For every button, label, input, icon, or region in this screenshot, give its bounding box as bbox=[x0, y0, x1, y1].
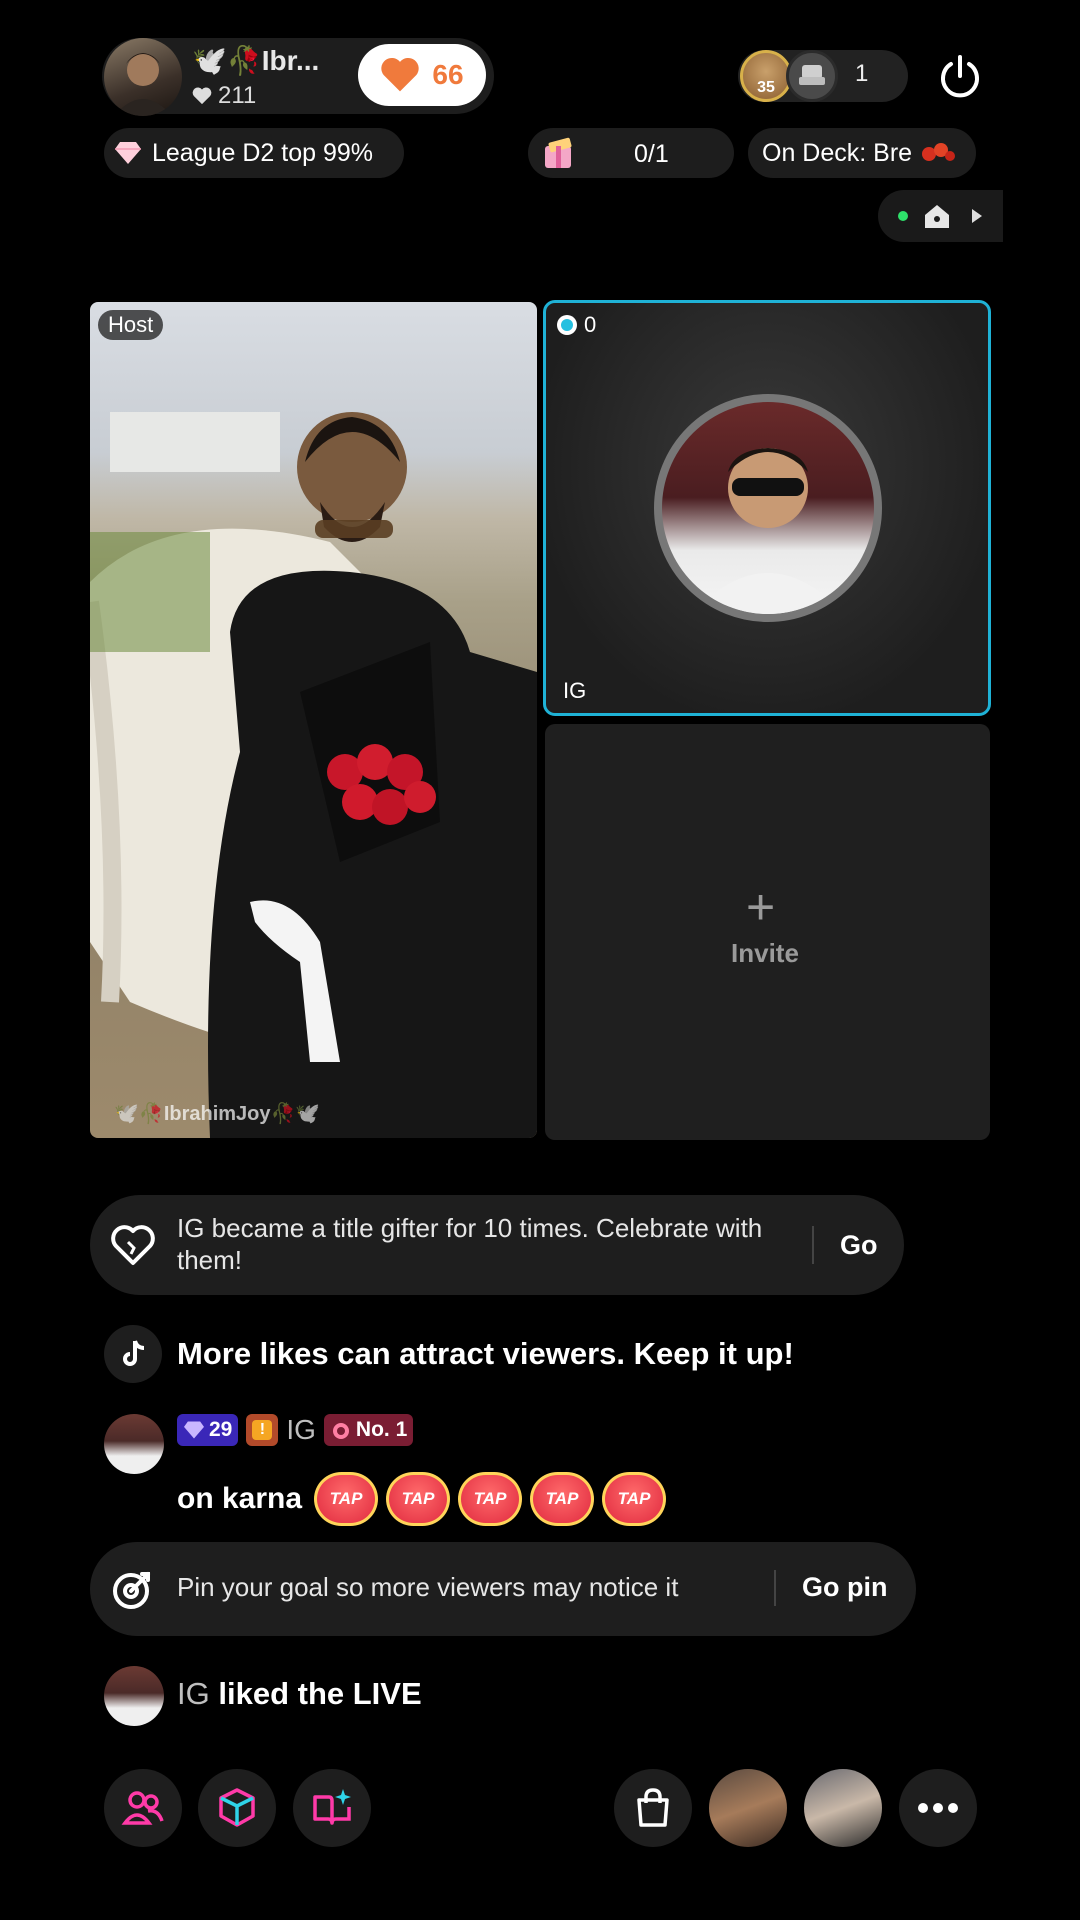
seat-icon[interactable] bbox=[786, 50, 838, 102]
commenter-badges: 29 ! IG No. 1 bbox=[177, 1414, 414, 1446]
tap-sticker: TAP bbox=[458, 1472, 523, 1526]
sparkle-book-icon[interactable] bbox=[293, 1769, 371, 1847]
gem-level-badge: 29 bbox=[177, 1414, 239, 1446]
guest-avatar[interactable] bbox=[654, 394, 882, 622]
gift-box-icon bbox=[545, 137, 572, 168]
on-deck-pill[interactable]: On Deck: Bre bbox=[748, 128, 976, 178]
gift-preview-avatar[interactable] bbox=[804, 1769, 882, 1847]
host-tag: Host bbox=[98, 310, 164, 340]
liker-avatar[interactable] bbox=[104, 1666, 164, 1726]
cube-icon[interactable] bbox=[198, 1769, 276, 1847]
like-button[interactable]: 66 bbox=[358, 44, 486, 106]
more-icon[interactable] bbox=[899, 1769, 977, 1847]
medal-icon bbox=[332, 1423, 349, 1439]
league-label: League D2 top 99% bbox=[152, 138, 374, 167]
people-icon[interactable] bbox=[104, 1769, 182, 1847]
commenter-name[interactable]: IG bbox=[286, 1414, 316, 1446]
heart-outline-icon bbox=[104, 1216, 162, 1279]
comment-line: on karna TAP TAP TAP TAP TAP bbox=[177, 1472, 667, 1526]
invite-plus-icon: + bbox=[746, 879, 776, 935]
rank-badge: No. 1 bbox=[323, 1414, 414, 1446]
tap-sticker: TAP bbox=[314, 1472, 379, 1526]
host-video[interactable]: 🕊️🥀IbrahimJoy🥀🕊️ bbox=[90, 302, 537, 1138]
host-like-count: 211 bbox=[192, 82, 256, 110]
guest-name: IG bbox=[563, 678, 587, 703]
play-arrow-icon bbox=[972, 209, 982, 223]
invite-label: Invite bbox=[731, 938, 799, 968]
title-gifter-text: IG became a title gifter for 10 times. C… bbox=[177, 1213, 763, 1275]
on-deck-label: On Deck: Bre bbox=[762, 138, 913, 167]
comment-text: on karna bbox=[177, 1482, 303, 1515]
go-button[interactable]: Go bbox=[840, 1230, 878, 1261]
divider bbox=[774, 1570, 776, 1606]
diamond-icon bbox=[184, 1421, 204, 1439]
guest-coin-count: 0 bbox=[556, 312, 596, 338]
gift-goal[interactable] bbox=[528, 128, 734, 178]
diamond-icon bbox=[115, 142, 141, 164]
host-avatar[interactable] bbox=[104, 38, 182, 116]
heart-icon bbox=[381, 57, 420, 92]
target-icon bbox=[104, 1560, 162, 1623]
gift-preview-avatar[interactable] bbox=[709, 1769, 787, 1847]
like-button-count: 66 bbox=[432, 59, 464, 90]
roses-icon bbox=[922, 143, 956, 161]
heart-icon bbox=[192, 87, 212, 105]
host-name: 🕊️🥀Ibr... bbox=[192, 45, 320, 76]
home-icon bbox=[925, 205, 949, 228]
live-dot bbox=[898, 211, 908, 221]
tiktok-icon bbox=[104, 1325, 162, 1383]
host-watermark: 🕊️🥀IbrahimJoy🥀🕊️ bbox=[114, 1103, 321, 1125]
divider bbox=[812, 1226, 814, 1264]
coin-icon bbox=[557, 315, 577, 335]
fan-level-badge: ! bbox=[246, 1414, 279, 1446]
go-pin-button[interactable]: Go pin bbox=[802, 1572, 887, 1603]
power-icon[interactable] bbox=[936, 52, 984, 100]
pin-goal-text: Pin your goal so more viewers may notice… bbox=[177, 1572, 679, 1602]
like-event: IG liked the LIVE bbox=[177, 1676, 422, 1711]
system-message: More likes can attract viewers. Keep it … bbox=[177, 1336, 794, 1371]
shopping-bag-icon[interactable] bbox=[614, 1769, 692, 1847]
commenter-avatar[interactable] bbox=[104, 1414, 164, 1474]
tap-sticker: TAP bbox=[386, 1472, 451, 1526]
top-viewer-avatar[interactable]: 35 bbox=[740, 50, 792, 102]
goal-progress: 0/1 bbox=[634, 140, 669, 168]
tap-sticker: TAP bbox=[530, 1472, 595, 1526]
tap-sticker: TAP bbox=[602, 1472, 667, 1526]
viewer-count: 1 bbox=[855, 60, 869, 87]
league-badge[interactable]: League D2 top 99% bbox=[104, 128, 404, 178]
mini-status-bar[interactable] bbox=[878, 190, 1003, 242]
